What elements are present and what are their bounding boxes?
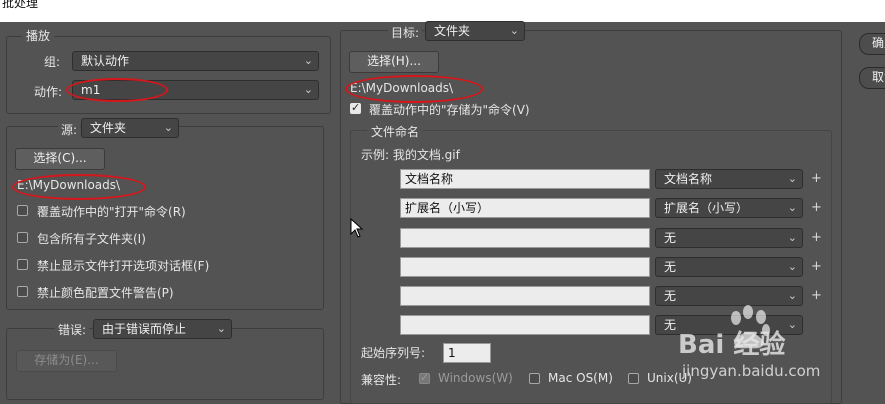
override-open-label: 覆盖动作中的"打开"命令(R) (37, 205, 186, 219)
file-naming-legend: 文件命名 (367, 123, 424, 140)
serial-input[interactable]: 1 (443, 343, 491, 363)
chevron-down-icon: ⌄ (787, 201, 797, 214)
chevron-down-icon: ⌄ (163, 121, 173, 134)
group-select-value: 默认动作 (81, 54, 130, 68)
naming-select-5-value: 无 (664, 289, 677, 303)
naming-field-2[interactable]: 扩展名（小写） (400, 198, 650, 218)
add-icon[interactable]: + (811, 230, 822, 245)
watermark-url: jingyan.baidu.com (682, 362, 821, 380)
unix-compat-checkbox[interactable] (628, 373, 639, 384)
serial-label: 起始序列号: (361, 346, 426, 360)
macos-compat-checkbox[interactable] (529, 373, 540, 384)
chevron-down-icon: ⌄ (787, 231, 797, 244)
suppress-open-dialogs-label: 禁止显示文件打开选项对话框(F) (37, 259, 210, 273)
naming-select-1-value: 文档名称 (664, 172, 713, 186)
naming-field-6[interactable] (400, 315, 650, 335)
naming-select-2[interactable]: 扩展名（小写） ⌄ (655, 198, 803, 218)
destination-label: 目标: (388, 24, 423, 41)
chevron-down-icon: ⌄ (216, 322, 226, 335)
suppress-open-dialogs-checkbox[interactable] (17, 259, 28, 270)
naming-field-5[interactable] (400, 286, 650, 306)
naming-example: 示例: 我的文档.gif (361, 148, 460, 162)
include-subfolders-label: 包含所有子文件夹(I) (37, 232, 146, 246)
naming-field-3[interactable] (400, 228, 650, 248)
naming-field-1[interactable]: 文档名称 (400, 169, 650, 189)
baidu-watermark: Bai 经验 jingyan.baidu.com (676, 302, 876, 392)
windows-compat-checkbox[interactable] (419, 371, 430, 384)
source-select[interactable]: 文件夹 ⌄ (81, 118, 179, 138)
naming-select-6-value: 无 (664, 318, 677, 332)
mouse-cursor-icon (350, 218, 364, 238)
suppress-color-warnings-checkbox[interactable] (17, 286, 28, 297)
chevron-down-icon: ⌄ (787, 172, 797, 185)
naming-select-3[interactable]: 无 ⌄ (655, 228, 803, 248)
action-label: 动作: (34, 85, 63, 99)
annotation-circle (66, 78, 168, 102)
source-select-value: 文件夹 (90, 121, 127, 135)
add-icon[interactable]: + (811, 171, 822, 186)
playback-legend: 播放 (22, 27, 55, 44)
naming-select-3-value: 无 (664, 231, 677, 245)
chevron-down-icon: ⌄ (303, 54, 313, 67)
include-subfolders-checkbox[interactable] (17, 232, 28, 243)
playback-group (6, 36, 331, 114)
title-bar: 批处理 (0, 0, 885, 22)
chevron-down-icon: ⌄ (303, 83, 313, 96)
suppress-color-warnings-label: 禁止颜色配置文件警告(P) (37, 286, 174, 300)
group-label: 组: (44, 55, 61, 69)
naming-select-4[interactable]: 无 ⌄ (655, 257, 803, 277)
errors-select[interactable]: 由于错误而停止 ⌄ (93, 319, 232, 339)
ok-button[interactable]: 确定 (859, 33, 885, 55)
destination-choose-button[interactable]: 选择(H)... (349, 51, 439, 73)
cancel-button[interactable]: 取消 (859, 67, 885, 89)
add-icon[interactable]: + (811, 288, 822, 303)
override-save-as-label: 覆盖动作中的"存储为"命令(V) (369, 103, 530, 117)
add-icon[interactable]: + (811, 200, 822, 215)
naming-field-4[interactable] (400, 257, 650, 277)
annotation-circle (345, 75, 483, 103)
group-select[interactable]: 默认动作 ⌄ (72, 51, 319, 71)
override-save-as-checkbox[interactable] (350, 101, 361, 114)
add-icon[interactable]: + (811, 259, 822, 274)
window-title: 批处理 (2, 0, 39, 10)
errors-label: 错误: (55, 321, 90, 338)
compat-label: 兼容性: (361, 373, 402, 387)
chevron-down-icon: ⌄ (787, 260, 797, 273)
naming-select-4-value: 无 (664, 260, 677, 274)
destination-select-value: 文件夹 (434, 24, 471, 38)
watermark-brand: Bai 经验 (678, 330, 786, 360)
annotation-circle (12, 174, 146, 200)
naming-select-2-value: 扩展名（小写） (664, 201, 749, 215)
source-label: 源: (58, 121, 81, 138)
destination-select[interactable]: 文件夹 ⌄ (425, 21, 525, 41)
macos-compat-label: Mac OS(M) (548, 371, 613, 385)
windows-compat-label: Windows(W) (438, 371, 513, 385)
naming-select-1[interactable]: 文档名称 ⌄ (655, 169, 803, 189)
source-choose-button[interactable]: 选择(C)... (15, 148, 105, 170)
errors-save-as-button[interactable]: 存储为(E)... (16, 350, 117, 372)
chevron-down-icon: ⌄ (509, 24, 519, 37)
override-open-checkbox[interactable] (17, 205, 28, 216)
errors-select-value: 由于错误而停止 (102, 322, 187, 336)
